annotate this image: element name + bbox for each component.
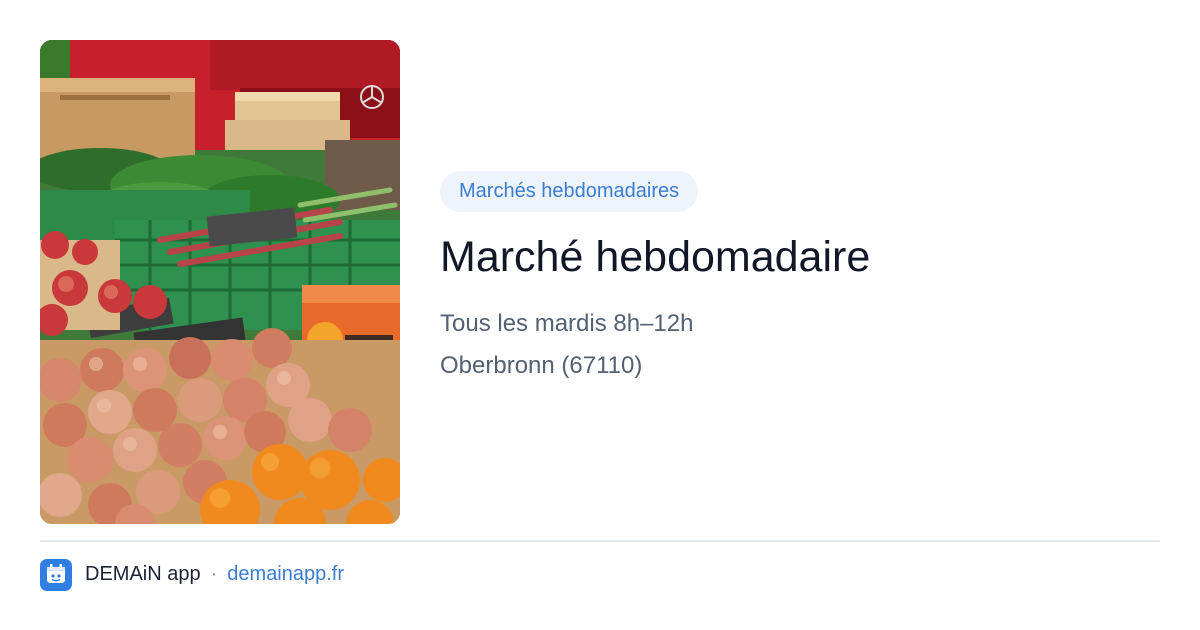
market-photo xyxy=(40,40,400,524)
app-name: DEMAiN app xyxy=(85,563,201,585)
market-produce-image xyxy=(40,40,400,524)
event-schedule: Tous les mardis 8h–12h xyxy=(440,310,694,337)
footer-divider xyxy=(40,540,1160,542)
share-card: Marchés hebdomadaires Marché hebdomadair… xyxy=(0,0,1200,630)
footer: DEMAiN app · demainapp.fr xyxy=(40,558,344,591)
event-title: Marché hebdomadaire xyxy=(440,233,871,281)
category-chip[interactable]: Marchés hebdomadaires xyxy=(440,171,699,212)
event-location: Oberbronn (67110) xyxy=(440,352,643,379)
footer-separator: · xyxy=(210,563,218,585)
event-info: Marchés hebdomadaires Marché hebdomadair… xyxy=(440,171,1160,381)
demain-app-icon xyxy=(40,558,72,591)
app-website-link[interactable]: demainapp.fr xyxy=(227,563,344,586)
